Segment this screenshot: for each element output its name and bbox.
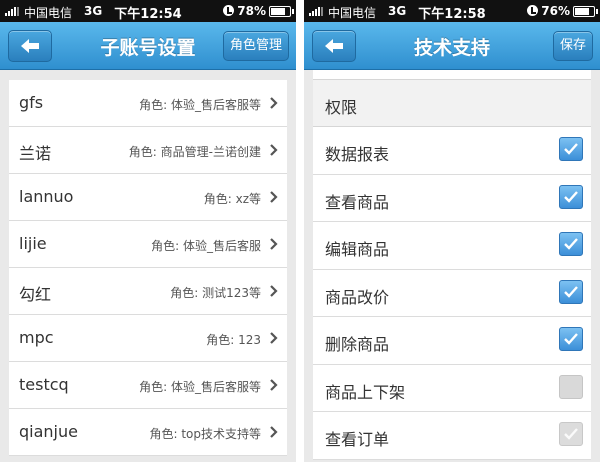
battery-percentage: 78% bbox=[237, 4, 266, 18]
checkmark-icon bbox=[564, 143, 578, 155]
account-row[interactable]: lijie 角色: 体验_售后客服 bbox=[9, 221, 287, 268]
permission-label: 商品改价 bbox=[325, 287, 390, 307]
permission-list: 权限 数据报表查看商品编辑商品商品改价删除商品商品上下架查看订单 bbox=[313, 70, 591, 460]
permission-row: 查看订单 bbox=[313, 412, 591, 460]
account-name: lannuo bbox=[19, 187, 74, 206]
permission-checkbox[interactable] bbox=[559, 184, 583, 209]
account-role: 角色: 体验_售后客服等 bbox=[139, 98, 261, 112]
chevron-right-icon bbox=[270, 97, 278, 109]
status-bar: 中国电信 3G 下午12:58 76% bbox=[304, 0, 600, 22]
permissions-section-header: 权限 bbox=[313, 80, 591, 127]
permission-label: 查看订单 bbox=[325, 430, 390, 449]
chevron-right-icon bbox=[270, 332, 278, 344]
chevron-right-icon bbox=[270, 426, 278, 438]
account-role: 角色: xz等 bbox=[203, 192, 261, 206]
permission-row: 查看商品 bbox=[313, 174, 591, 222]
navigation-bar: 子账号设置 角色管理 bbox=[0, 22, 296, 70]
account-role: 角色: 123 bbox=[206, 333, 261, 347]
account-role: 角色: 体验_售后客服 bbox=[151, 239, 261, 253]
permission-label: 数据报表 bbox=[325, 145, 390, 164]
account-row[interactable]: 兰诺 角色: 商品管理-兰诺创建 bbox=[9, 127, 287, 174]
section-header-label: 权限 bbox=[325, 98, 358, 117]
list-top-edge bbox=[313, 70, 591, 80]
account-role: 角色: 测试123等 bbox=[170, 286, 261, 300]
account-list: gfs 角色: 体验_售后客服等 兰诺 角色: 商品管理-兰诺创建 lannuo 角色: … bbox=[9, 80, 287, 456]
account-name: gfs bbox=[19, 93, 44, 112]
account-name: testcq bbox=[19, 375, 69, 394]
battery-icon bbox=[269, 6, 294, 17]
account-row[interactable]: mpc 角色: 123 bbox=[9, 315, 287, 362]
account-name: mpc bbox=[19, 328, 54, 347]
battery-icon bbox=[573, 6, 598, 17]
account-row[interactable]: testcq 角色: 体验_售后客服等 bbox=[9, 362, 287, 409]
permission-checkbox[interactable] bbox=[559, 422, 583, 446]
account-name: qianjue bbox=[19, 422, 78, 441]
permission-checkbox[interactable] bbox=[559, 232, 583, 256]
account-row[interactable]: gfs 角色: 体验_售后客服等 bbox=[9, 80, 287, 127]
permission-row: 编辑商品 bbox=[313, 222, 591, 270]
chevron-right-icon bbox=[270, 238, 278, 250]
checkmark-icon bbox=[564, 238, 578, 250]
checkmark-icon bbox=[564, 428, 578, 440]
account-row[interactable]: 勾红 角色: 测试123等 bbox=[9, 268, 287, 315]
save-button[interactable]: 保存 bbox=[552, 31, 593, 61]
battery-percentage: 76% bbox=[541, 4, 570, 18]
permission-row: 商品上下架 bbox=[313, 364, 591, 412]
permission-row: 删除商品 bbox=[313, 317, 591, 365]
permission-checkbox[interactable] bbox=[559, 327, 583, 351]
account-role: 角色: top技术支持等 bbox=[149, 427, 261, 441]
role-management-button[interactable]: 角色管理 bbox=[222, 31, 289, 61]
permission-row: 商品改价 bbox=[313, 269, 591, 317]
account-name: 兰诺 bbox=[19, 144, 52, 163]
account-role: 角色: 体验_售后客服等 bbox=[139, 380, 261, 394]
permission-label: 查看商品 bbox=[325, 192, 390, 212]
chevron-right-icon bbox=[270, 144, 278, 156]
account-row[interactable]: qianjue 角色: top技术支持等 bbox=[9, 409, 287, 456]
navigation-bar: 技术支持 保存 bbox=[304, 22, 600, 70]
rotation-lock-icon bbox=[527, 5, 538, 16]
status-bar: 中国电信 3G 下午12:54 78% bbox=[0, 0, 296, 22]
screen-sub-account-settings: 中国电信 3G 下午12:54 78% 子账号设置 角色管理 gfs 角色: 体验… bbox=[0, 0, 296, 462]
checkmark-icon bbox=[564, 333, 578, 345]
chevron-right-icon bbox=[270, 191, 278, 203]
account-name: lijie bbox=[19, 234, 47, 253]
permission-checkbox[interactable] bbox=[559, 279, 583, 304]
permission-checkbox[interactable] bbox=[559, 374, 583, 399]
rotation-lock-icon bbox=[223, 5, 234, 16]
account-name: 勾红 bbox=[19, 285, 52, 304]
account-row[interactable]: lannuo 角色: xz等 bbox=[9, 174, 287, 221]
chevron-right-icon bbox=[270, 285, 278, 297]
permission-label: 商品上下架 bbox=[325, 382, 406, 402]
chevron-right-icon bbox=[270, 379, 278, 391]
checkmark-icon bbox=[564, 285, 578, 298]
permission-row: 数据报表 bbox=[313, 127, 591, 175]
screen-tech-support-role: 中国电信 3G 下午12:58 76% 技术支持 保存 权限 数据报表查看商品编… bbox=[304, 0, 600, 462]
checkmark-icon bbox=[564, 190, 578, 203]
permission-checkbox[interactable] bbox=[559, 137, 583, 161]
permission-label: 编辑商品 bbox=[325, 240, 390, 259]
account-role: 角色: 商品管理-兰诺创建 bbox=[128, 145, 261, 159]
permission-label: 删除商品 bbox=[325, 335, 390, 354]
